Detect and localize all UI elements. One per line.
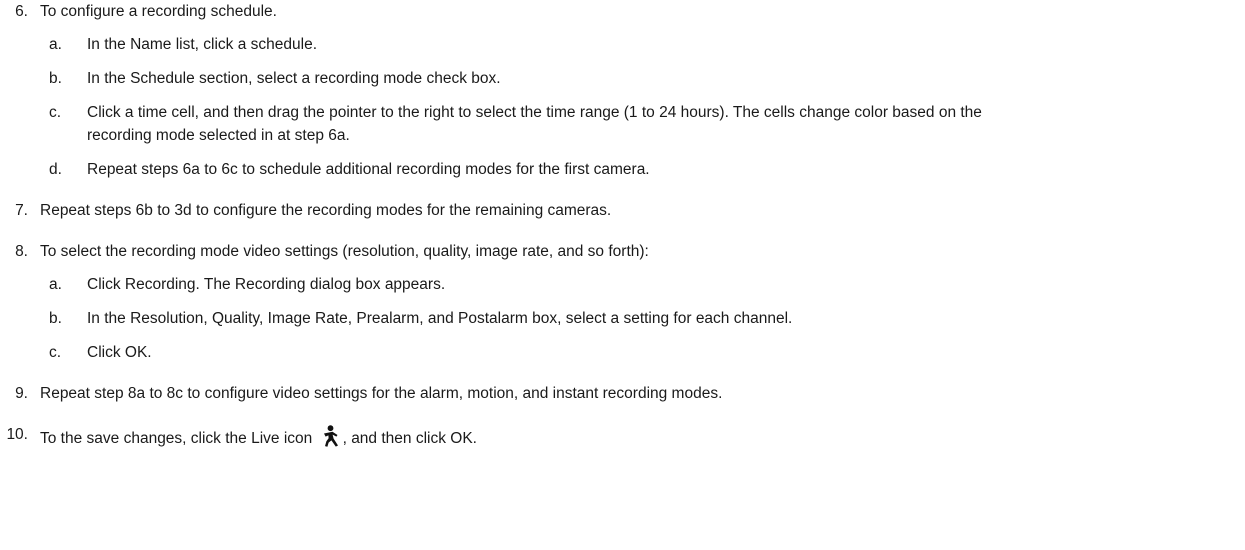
substep-letter: c.: [49, 344, 62, 361]
substep-text-line1: Click a time cell, and then drag the poi…: [87, 104, 982, 121]
substep-text: Repeat steps 6a to 6c to schedule additi…: [87, 161, 650, 178]
substep-text: In the Schedule section, select a record…: [87, 70, 501, 87]
live-person-icon: [319, 425, 341, 453]
step-number: 10.: [6, 426, 28, 443]
substep-text: Click Recording. The Recording dialog bo…: [87, 276, 446, 293]
substep-letter: d.: [49, 161, 62, 178]
substep-text: In the Resolution, Quality, Image Rate, …: [87, 310, 793, 327]
step-number: 7.: [15, 202, 28, 219]
substep-letter: a.: [49, 36, 62, 53]
substep-letter: b.: [49, 70, 62, 87]
step-text-after-icon: , and then click OK.: [342, 430, 477, 447]
substep-text: Click OK.: [87, 344, 152, 361]
step-number: 8.: [15, 243, 28, 260]
substep-text: In the Name list, click a schedule.: [87, 36, 318, 53]
substep-letter: b.: [49, 310, 62, 327]
step-text: To the save changes, click the Live icon…: [40, 425, 477, 453]
step-text: Repeat steps 6b to 3d to configure the r…: [40, 202, 612, 219]
step-text: To select the recording mode video setti…: [40, 243, 649, 260]
step-text-before-icon: To the save changes, click the Live icon: [40, 430, 313, 447]
document-page: 6. To configure a recording schedule. a.…: [0, 0, 1245, 550]
step-number: 6.: [15, 3, 28, 20]
substep-letter: c.: [49, 104, 62, 121]
substep-text-line2: recording mode selected in at step 6a.: [87, 127, 350, 144]
substep-letter: a.: [49, 276, 62, 293]
step-text: Repeat step 8a to 8c to configure video …: [40, 385, 723, 402]
step-text: To configure a recording schedule.: [40, 3, 277, 20]
step-number: 9.: [15, 385, 28, 402]
